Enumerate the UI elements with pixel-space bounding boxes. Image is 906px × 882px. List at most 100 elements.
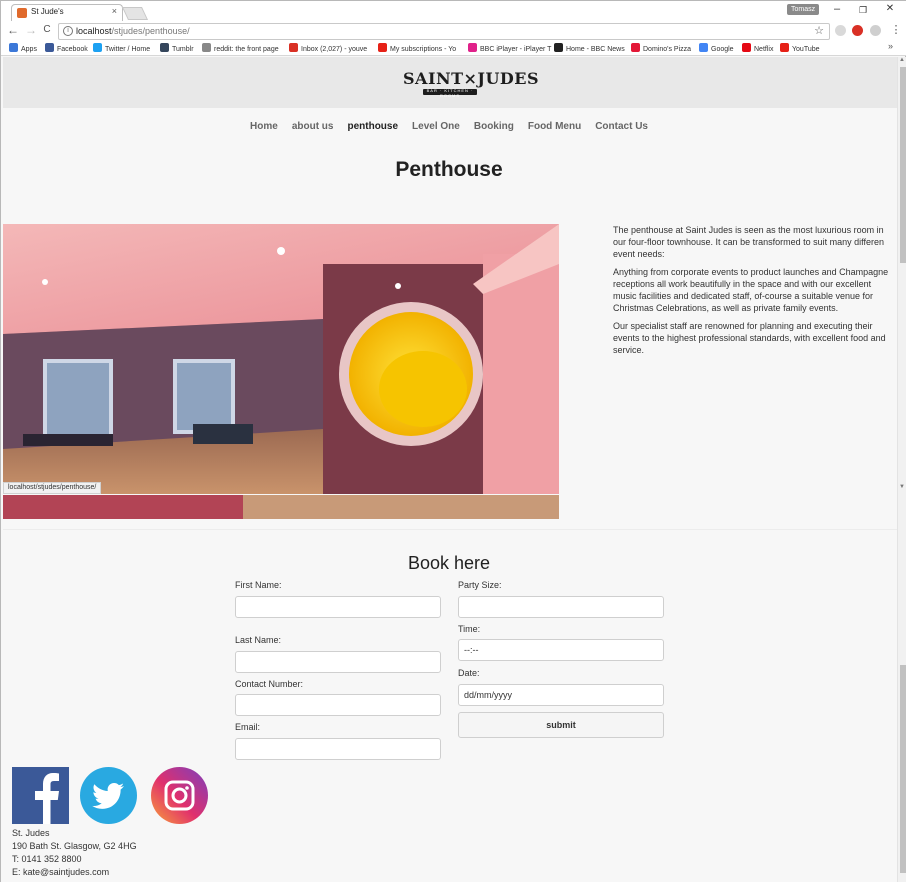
- address-line: T: 0141 352 8800: [12, 854, 82, 864]
- chrome-menu-icon[interactable]: ⋮: [889, 23, 903, 36]
- address-line: 190 Bath St. Glasgow, G2 4HG: [12, 841, 137, 851]
- date-input[interactable]: dd/mm/yyyy: [458, 684, 664, 706]
- saint-judes-logo[interactable]: SAINT×JUDES BAR · KITCHEN · ROOMS: [403, 69, 539, 99]
- url-path: /stjudes/penthouse/: [111, 26, 190, 36]
- description-paragraph: Our specialist staff are renowned for pl…: [613, 321, 886, 355]
- bookmark-favicon-icon: [45, 43, 54, 52]
- url-host: localhost: [76, 26, 112, 36]
- scrollbar-thumb-lower[interactable]: [900, 665, 906, 873]
- address-bar[interactable]: i localhost/stjudes/penthouse/ ☆: [58, 23, 830, 40]
- contact-number-label: Contact Number:: [235, 679, 304, 689]
- first-name-label: First Name:: [235, 580, 282, 590]
- nav-contact-us[interactable]: Contact Us: [595, 121, 648, 132]
- last-name-label: Last Name:: [235, 635, 282, 645]
- bookmark-favicon-icon: [631, 43, 640, 52]
- bookmark-twitter-home[interactable]: Twitter / Home: [93, 43, 150, 53]
- party-size-label: Party Size:: [458, 580, 502, 590]
- submit-button[interactable]: submit: [458, 712, 664, 738]
- penthouse-photo-illustration: [3, 224, 559, 494]
- contact-number-input[interactable]: [235, 694, 441, 716]
- bookmark-favicon-icon: [554, 43, 563, 52]
- bookmark-favicon-icon: [9, 43, 18, 52]
- profile-button[interactable]: Tomasz: [787, 4, 820, 15]
- bookmark-label: Twitter / Home: [105, 46, 151, 53]
- bookmark-favicon-icon: [468, 43, 477, 52]
- close-tab-icon[interactable]: ×: [112, 6, 117, 16]
- email-input[interactable]: [235, 738, 441, 760]
- site-nav: Home about us penthouse Level One Booking Foo…: [1, 116, 897, 132]
- bookmark-label: BBC iPlayer - iPlayer T: [480, 46, 552, 53]
- bookmark-star-icon[interactable]: ☆: [814, 24, 824, 37]
- penthouse-photo-continued: [3, 495, 559, 519]
- nav-home[interactable]: Home: [250, 121, 278, 132]
- bookmark-google[interactable]: Google: [699, 43, 734, 53]
- scrollbar-thumb-upper[interactable]: [900, 67, 906, 263]
- bookmark-label: Facebook: [57, 46, 88, 53]
- forward-button[interactable]: →: [24, 23, 38, 37]
- bookmark-bbc-iplayer-iplayer-t[interactable]: BBC iPlayer - iPlayer T: [468, 43, 551, 53]
- nav-penthouse[interactable]: penthouse: [347, 121, 398, 132]
- extension-shield-icon[interactable]: [870, 25, 881, 36]
- restore-button[interactable]: ❐: [853, 5, 873, 16]
- browser-window: St Jude's × Tomasz – ❐ ✕ ← → C i localho…: [0, 0, 906, 882]
- bookmark-reddit-the-front-page[interactable]: reddit: the front page: [202, 43, 279, 53]
- section-divider: [3, 529, 897, 530]
- bookmark-label: Inbox (2,027) - youve: [301, 46, 368, 53]
- minimize-button[interactable]: –: [827, 3, 847, 15]
- nav-booking[interactable]: Booking: [474, 121, 514, 132]
- bookmark-youtube[interactable]: YouTube: [780, 43, 820, 53]
- bookmark-domino-s-pizza[interactable]: Domino's Pizza: [631, 43, 691, 53]
- bookmark-favicon-icon: [93, 43, 102, 52]
- nav-food-menu[interactable]: Food Menu: [528, 121, 581, 132]
- bookmark-inbox-2-027-youve[interactable]: Inbox (2,027) - youve: [289, 43, 367, 53]
- bookmark-apps[interactable]: Apps: [9, 43, 37, 53]
- time-input[interactable]: --:--: [458, 639, 664, 661]
- bookmark-tumblr[interactable]: Tumblr: [160, 43, 194, 53]
- time-label: Time:: [458, 624, 481, 634]
- bookmark-label: Apps: [21, 46, 37, 53]
- first-name-input[interactable]: [235, 596, 441, 618]
- scroll-down-arrow-icon[interactable]: ▼: [899, 484, 905, 490]
- back-button[interactable]: ←: [6, 23, 20, 37]
- page-title: Penthouse: [395, 158, 503, 181]
- site-info-icon[interactable]: i: [63, 26, 73, 36]
- site-favicon-icon: [17, 8, 27, 18]
- bookmark-my-subscriptions-yo[interactable]: My subscriptions - Yo: [378, 43, 456, 53]
- tab-title: St Jude's: [31, 7, 64, 16]
- bookmark-facebook[interactable]: Facebook: [45, 43, 88, 53]
- bookmark-favicon-icon: [289, 43, 298, 52]
- bookmark-label: My subscriptions - Yo: [390, 46, 457, 53]
- browser-toolbar: ← → C i localhost/stjudes/penthouse/ ☆ ⋮: [1, 21, 906, 41]
- page-scrollbar[interactable]: ▲ ▼: [897, 57, 906, 882]
- extension-adblock-icon[interactable]: [852, 25, 863, 36]
- tab-strip: St Jude's × Tomasz – ❐ ✕: [1, 1, 906, 21]
- party-size-input[interactable]: [458, 596, 664, 618]
- address-line: St. Judes: [12, 828, 50, 838]
- penthouse-photo: [3, 224, 559, 494]
- facebook-icon[interactable]: [12, 767, 69, 824]
- site-header: SAINT×JUDES BAR · KITCHEN · ROOMS: [3, 57, 897, 108]
- bookmarks-overflow-button[interactable]: »: [888, 41, 893, 51]
- bookmark-netflix[interactable]: Netflix: [742, 43, 773, 53]
- twitter-icon[interactable]: [80, 767, 137, 824]
- nav-level-one[interactable]: Level One: [412, 121, 460, 132]
- scroll-up-arrow-icon[interactable]: ▲: [899, 57, 905, 63]
- penthouse-description: The penthouse at Saint Judes is seen as …: [613, 224, 897, 362]
- close-window-button[interactable]: ✕: [880, 3, 900, 14]
- url-text[interactable]: localhost/stjudes/penthouse/: [76, 26, 190, 36]
- footer-address: St. Judes 190 Bath St. Glasgow, G2 4HG T: …: [12, 827, 137, 879]
- bookmark-label: Domino's Pizza: [643, 46, 692, 53]
- date-label: Date:: [458, 668, 480, 678]
- last-name-input[interactable]: [235, 651, 441, 673]
- logo-ribbon-text: BAR · KITCHEN · ROOMS: [426, 88, 474, 98]
- nav-about-us[interactable]: about us: [292, 121, 334, 132]
- bookmark-favicon-icon: [202, 43, 211, 52]
- extension-cast-icon[interactable]: [835, 25, 846, 36]
- tab-st-judes[interactable]: St Jude's ×: [11, 4, 123, 21]
- link-status-tooltip: localhost/stjudes/penthouse/: [3, 482, 102, 494]
- booking-title: Book here: [407, 553, 491, 573]
- instagram-icon[interactable]: [151, 767, 208, 824]
- bookmark-home-bbc-news[interactable]: Home - BBC News: [554, 43, 625, 53]
- reload-button[interactable]: C: [40, 24, 54, 35]
- new-tab-button[interactable]: [121, 7, 149, 20]
